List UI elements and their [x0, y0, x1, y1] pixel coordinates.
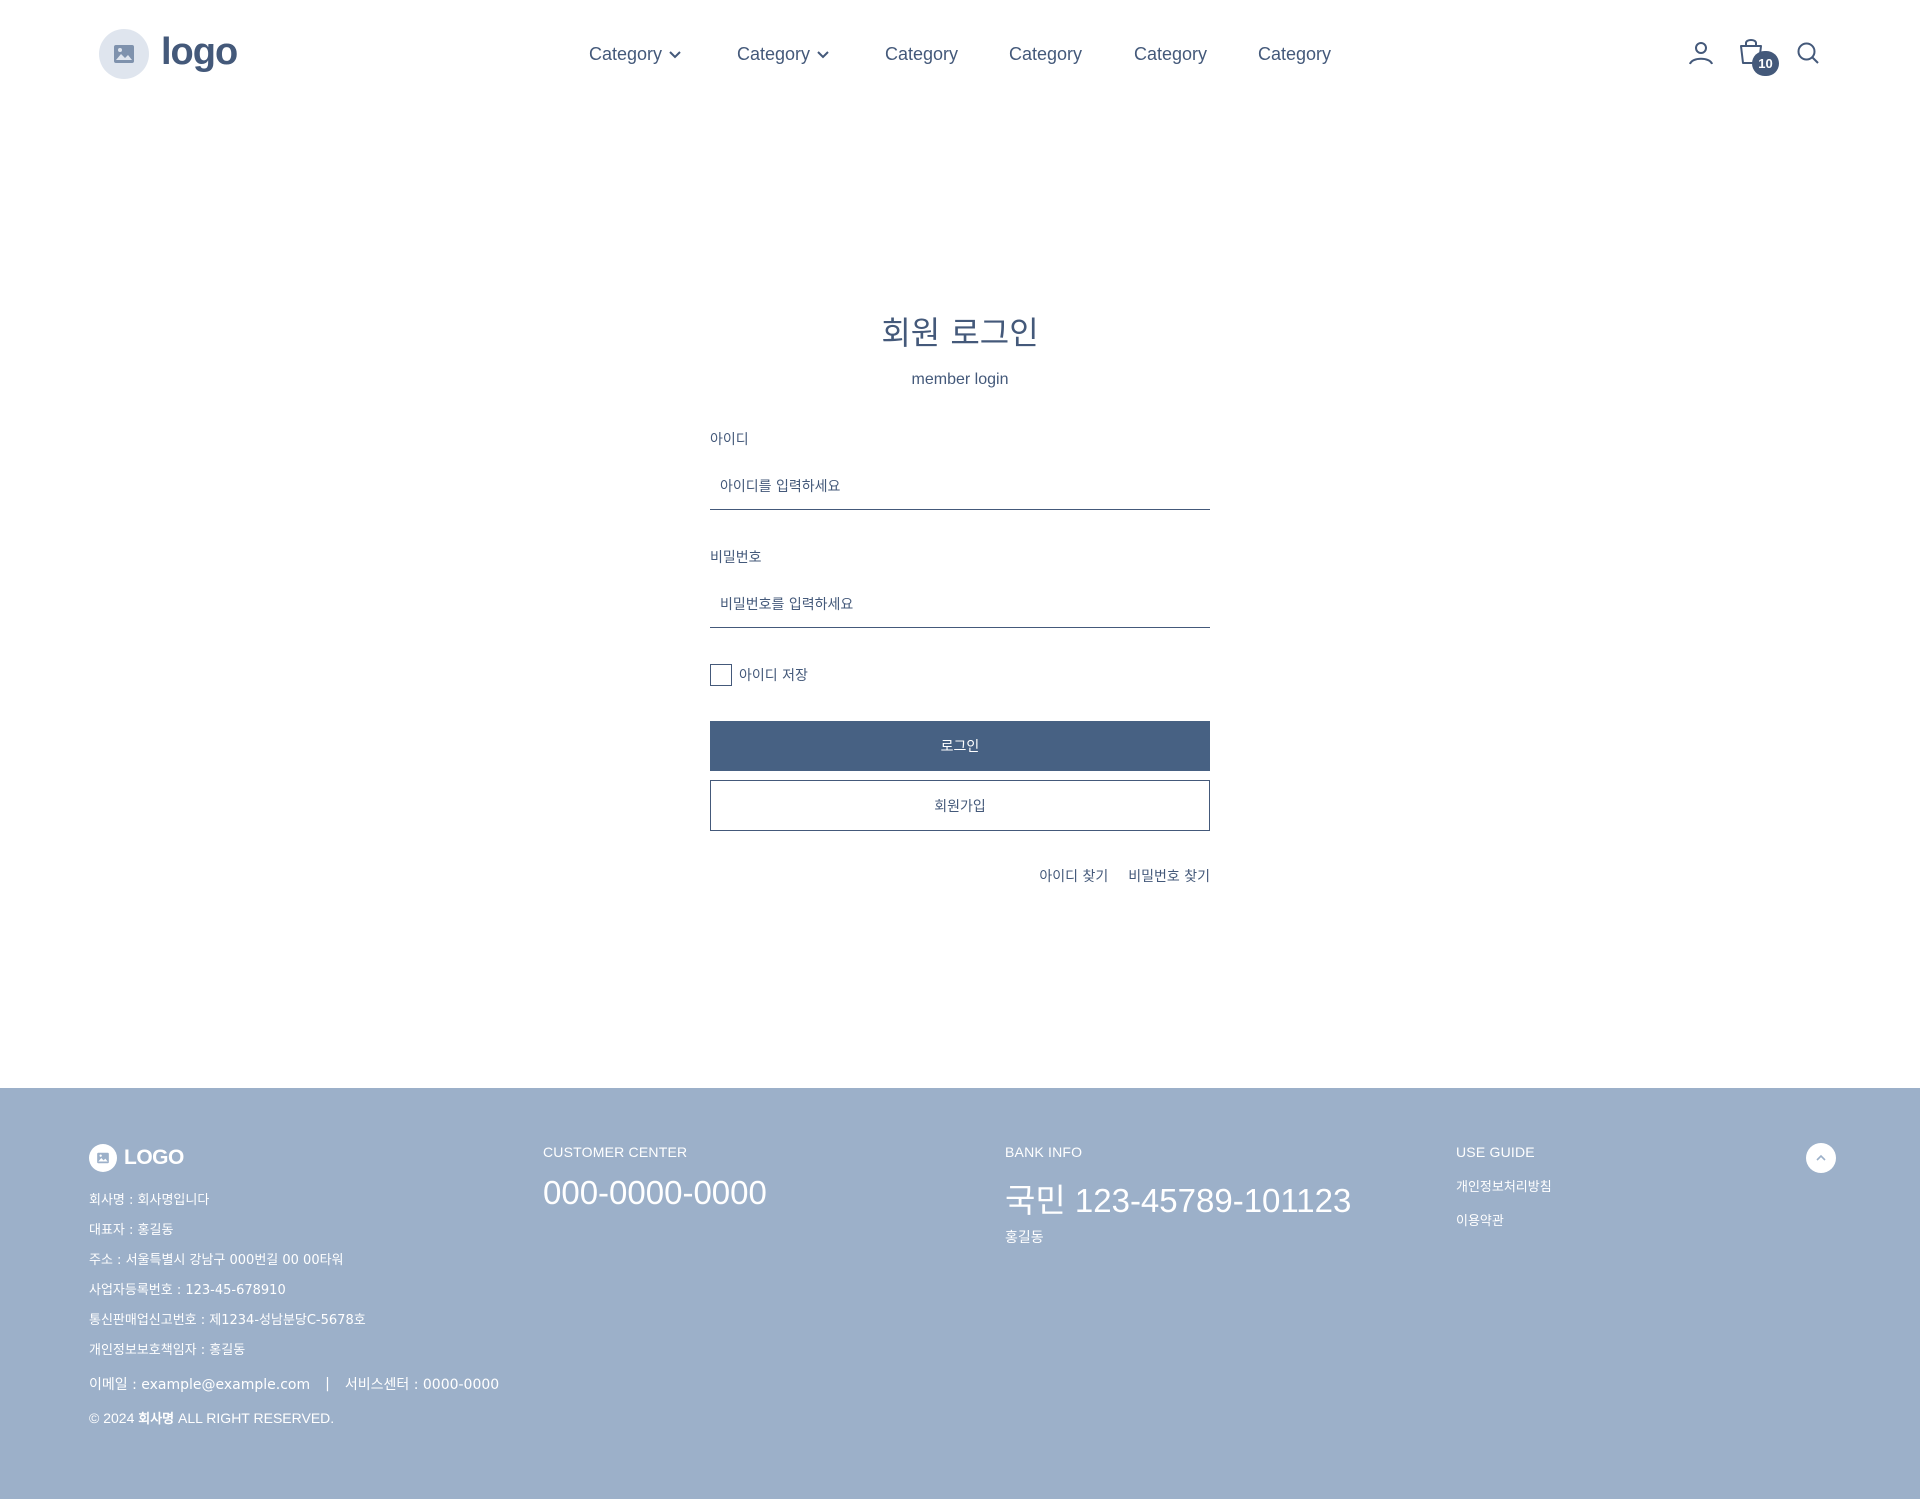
site-header: logo Category Category Category Category…	[0, 0, 1920, 108]
company-name: 회사명 : 회사명입니다	[89, 1193, 210, 1208]
separator: |	[325, 1376, 330, 1392]
nav-item-label: Category	[1009, 43, 1083, 64]
find-links: 아이디 찾기 비밀번호 찾기	[710, 866, 1210, 886]
id-label: 아이디	[710, 432, 749, 448]
business-number: 사업자등록번호 : 123-45-678910	[89, 1283, 286, 1298]
use-guide-heading: USE GUIDE	[1456, 1144, 1535, 1160]
bank-account: 국민 123-45789-101123	[1005, 1182, 1352, 1219]
customer-center-heading: CUSTOMER CENTER	[543, 1144, 688, 1160]
copyright-prefix: © 2024	[89, 1410, 135, 1426]
user-icon[interactable]	[1688, 40, 1714, 66]
footer-logo[interactable]: LOGO	[89, 1144, 184, 1172]
search-icon[interactable]	[1795, 40, 1821, 66]
nav-item-category-5[interactable]: Category	[1134, 40, 1207, 68]
footer-service-center: 서비스센터 : 0000-0000	[344, 1377, 500, 1393]
main-nav: Category Category Category Category Cate…	[0, 40, 1920, 68]
nav-item-label: Category	[1258, 43, 1332, 64]
nav-item-label: Category	[589, 43, 663, 64]
company-ceo: 대표자 : 홍길동	[89, 1223, 174, 1238]
find-id-link[interactable]: 아이디 찾기	[1039, 866, 1108, 886]
nav-item-category-1[interactable]: Category	[589, 40, 682, 68]
site-footer: LOGO 회사명 : 회사명입니다 대표자 : 홍길동 주소 : 서울특별시 강…	[0, 1088, 1920, 1499]
scroll-top-button[interactable]	[1806, 1143, 1836, 1173]
nav-item-label: Category	[885, 43, 959, 64]
login-button[interactable]: 로그인	[710, 721, 1210, 771]
image-placeholder-icon	[89, 1144, 117, 1172]
mail-order-number: 통신판매업신고번호 : 제1234-성남분당C-5678호	[89, 1313, 366, 1328]
copyright-suffix: ALL RIGHT RESERVED.	[178, 1410, 335, 1426]
nav-item-category-3[interactable]: Category	[885, 40, 958, 68]
footer-logo-text: LOGO	[124, 1146, 184, 1169]
remember-id-checkbox[interactable]	[710, 664, 732, 686]
footer-contact: 이메일 : example@example.com | 서비스센터 : 0000…	[89, 1374, 499, 1394]
password-label: 비밀번호	[710, 550, 762, 566]
nav-item-category-4[interactable]: Category	[1009, 40, 1082, 68]
signup-button[interactable]: 회원가입	[710, 780, 1210, 831]
page-title: 회원 로그인	[881, 314, 1039, 352]
remember-id-option[interactable]: 아이디 저장	[710, 664, 808, 686]
copyright-company: 회사명	[138, 1412, 175, 1427]
cart-count-badge: 10	[1752, 51, 1779, 76]
privacy-officer: 개인정보보호책임자 : 홍길동	[89, 1343, 246, 1358]
nav-item-category-2[interactable]: Category	[737, 40, 830, 68]
find-password-link[interactable]: 비밀번호 찾기	[1128, 866, 1210, 886]
id-input[interactable]	[710, 464, 1210, 510]
chevron-down-icon	[816, 49, 830, 59]
customer-center-phone: 000-0000-0000	[543, 1174, 767, 1211]
page-subtitle: member login	[911, 371, 1009, 388]
privacy-policy-link[interactable]: 개인정보처리방침	[1456, 1176, 1552, 1195]
chevron-down-icon	[668, 49, 682, 59]
bank-holder: 홍길동	[1005, 1230, 1044, 1246]
nav-item-category-6[interactable]: Category	[1258, 40, 1331, 68]
password-input[interactable]	[710, 582, 1210, 628]
bank-info-heading: BANK INFO	[1005, 1144, 1083, 1160]
chevron-up-icon	[1815, 1154, 1827, 1162]
company-address: 주소 : 서울특별시 강남구 000번길 00 00타워	[89, 1253, 344, 1268]
nav-item-label: Category	[737, 43, 811, 64]
remember-id-label: 아이디 저장	[739, 668, 808, 684]
terms-link[interactable]: 이용약관	[1456, 1210, 1504, 1229]
nav-item-label: Category	[1134, 43, 1208, 64]
copyright: © 2024 회사명 ALL RIGHT RESERVED.	[89, 1408, 334, 1427]
footer-email: 이메일 : example@example.com	[89, 1377, 311, 1393]
